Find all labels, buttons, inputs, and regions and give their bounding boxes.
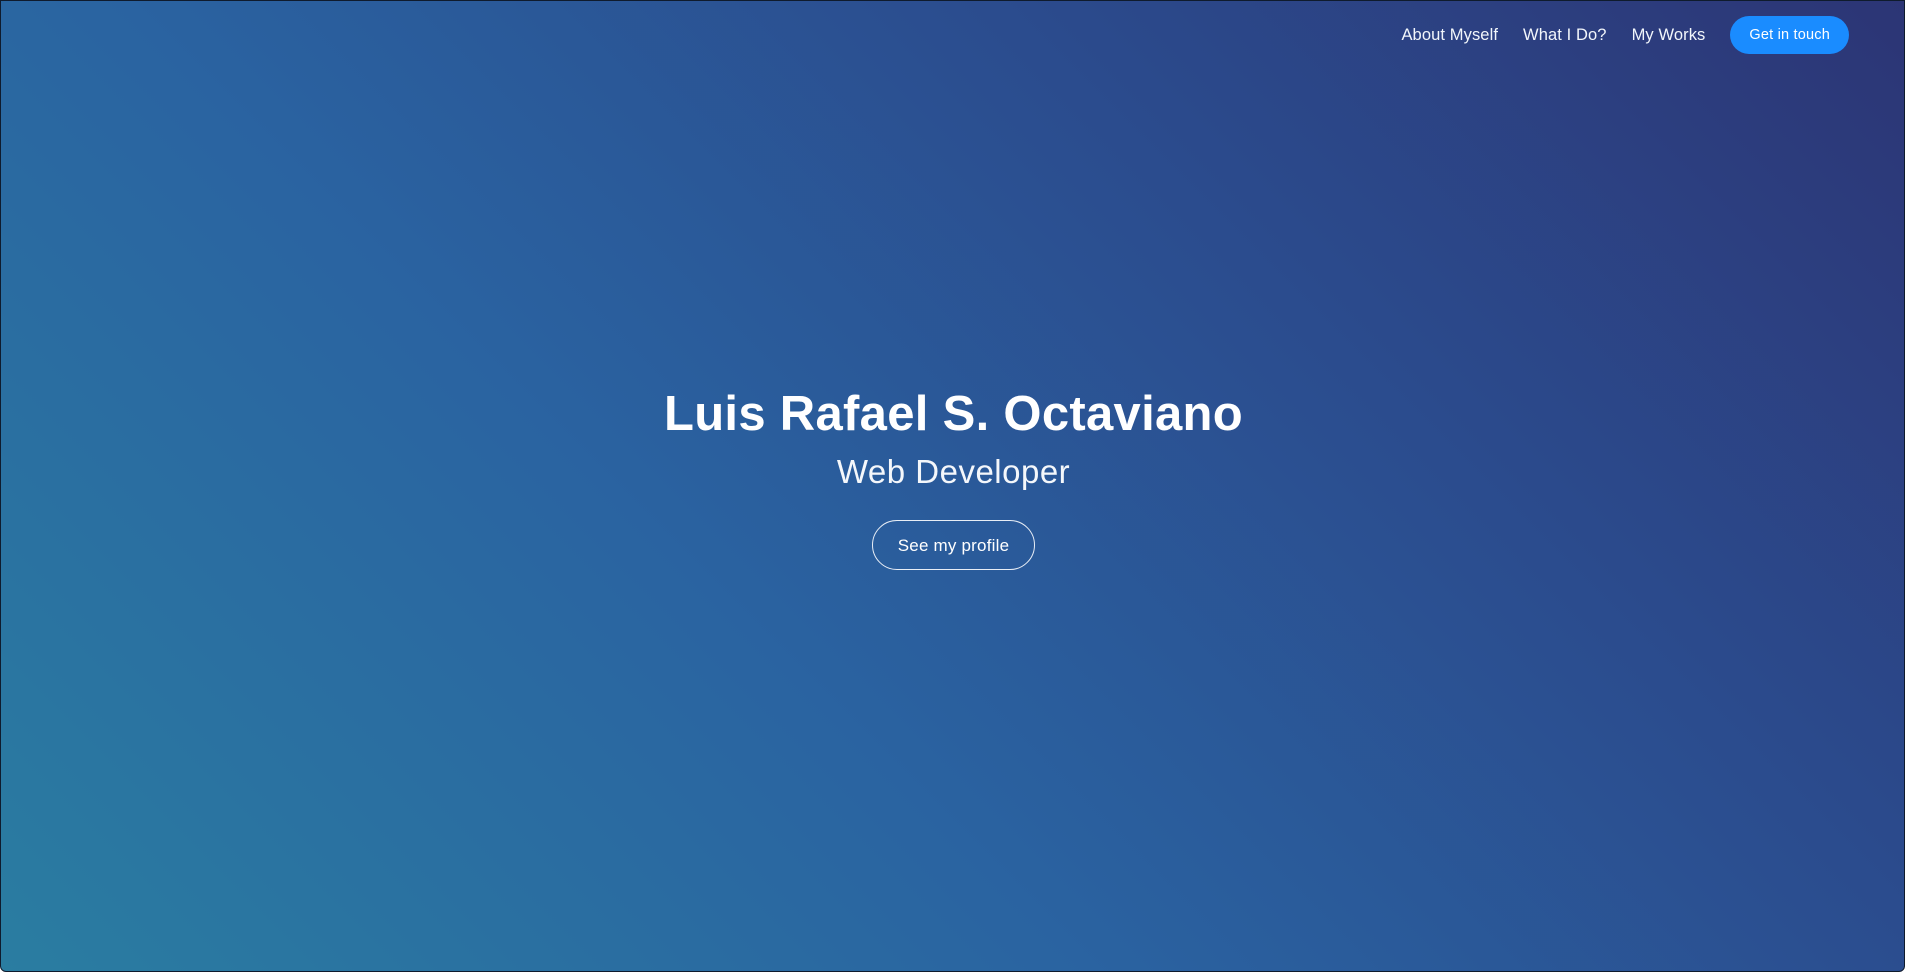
- hero-name: Luis Rafael S. Octaviano: [663, 387, 1244, 441]
- see-my-profile-button[interactable]: See my profile: [871, 520, 1036, 570]
- hero-section: About Myself What I Do? My Works Get in …: [0, 0, 1905, 972]
- hero-role: Web Developer: [836, 453, 1071, 490]
- top-nav: About Myself What I Do? My Works Get in …: [1401, 16, 1849, 54]
- nav-link-what-i-do[interactable]: What I Do?: [1523, 26, 1607, 45]
- nav-link-about-myself[interactable]: About Myself: [1401, 26, 1498, 45]
- hero-content: Luis Rafael S. Octaviano Web Developer S…: [1, 384, 1905, 570]
- get-in-touch-button[interactable]: Get in touch: [1730, 16, 1849, 54]
- nav-link-my-works[interactable]: My Works: [1632, 26, 1706, 45]
